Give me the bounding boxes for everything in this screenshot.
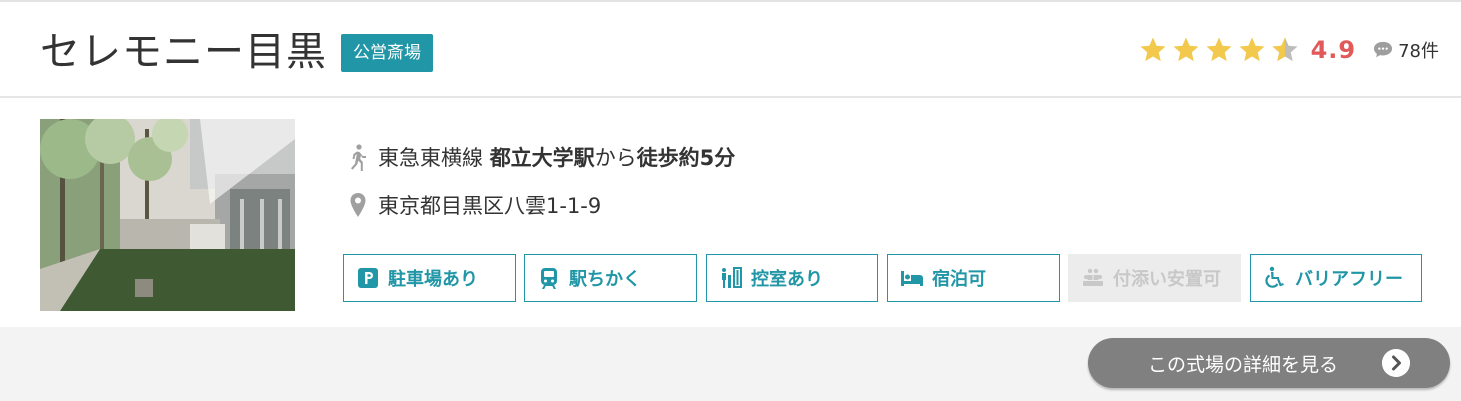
star-rating [1138,35,1303,65]
chevron-right-icon [1382,349,1410,377]
waiting-room-icon [722,267,742,288]
feature-label: バリアフリー [1295,269,1403,290]
view-details-button[interactable]: この式場の詳細を見る [1088,338,1450,388]
feature-parking: 駐車場あり [343,254,516,302]
review-count[interactable]: 78件 [1398,37,1439,63]
star-icon [1173,37,1199,62]
location-pin-icon [350,193,366,217]
wheelchair-icon [1265,266,1284,288]
star-half-icon [1272,37,1298,62]
comment-icon [1374,41,1393,58]
feature-attended-repose: 付添い安置可 [1068,254,1241,302]
feature-barrier-free: バリアフリー [1250,254,1422,302]
address-info: 東京都目黒区八雲1-1-9 [346,190,601,220]
feature-waiting-room: 控室あり [706,254,878,302]
bed-icon [901,271,923,286]
feature-label: 駅ちかく [569,269,641,290]
star-icon [1140,37,1166,62]
feature-label: 駐車場あり [388,269,478,290]
access-info: 東急東横線 都立大学駅 から 徒歩約5分 [346,142,735,172]
venue-name[interactable]: セレモニー目黒 [40,28,327,76]
train-icon [541,268,557,289]
venue-photo-image [40,119,295,311]
venue-photo[interactable] [40,119,295,311]
feature-label: 付添い安置可 [1113,269,1221,290]
venue-type-badge: 公営斎場 [341,34,433,72]
access-from: から [594,146,637,170]
feature-label: 控室あり [751,269,823,290]
walking-person-icon [351,144,366,171]
parking-icon [358,268,378,288]
star-icon [1206,37,1232,62]
walk-time: 徒歩約5分 [636,146,736,170]
rating: 4.9 78件 [1138,32,1439,68]
view-details-label: この式場の詳細を見る [1148,353,1339,376]
train-line: 東急東横線 [378,146,483,170]
station-name: 都立大学駅 [489,146,595,170]
venue-card: セレモニー目黒 公営斎場 4.9 78件 東急東横線 都立大学駅 から 徒歩約5… [0,0,1461,327]
star-icon [1239,37,1265,62]
rating-score: 4.9 [1310,36,1357,64]
address-text: 東京都目黒区八雲1-1-9 [378,194,602,218]
people-icon [1083,268,1103,286]
feature-overnight: 宿泊可 [887,254,1060,302]
feature-label: 宿泊可 [932,269,986,290]
feature-near-station: 駅ちかく [524,254,697,302]
card-header: セレモニー目黒 公営斎場 4.9 78件 [0,2,1461,98]
